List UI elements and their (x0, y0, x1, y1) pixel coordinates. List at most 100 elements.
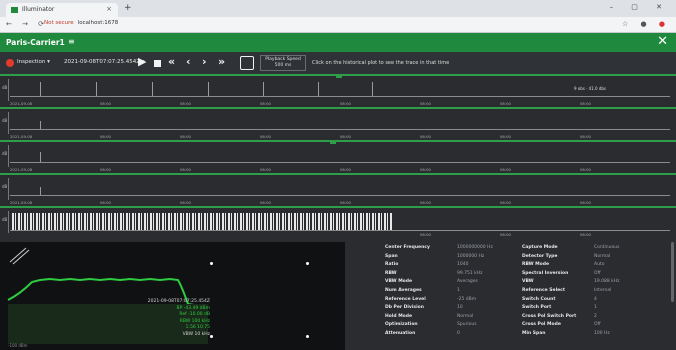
x-tick-label: 06:00 (580, 167, 591, 172)
y-axis (8, 79, 9, 101)
tab-close-icon[interactable]: × (106, 5, 112, 13)
x-tick-label: 06:00 (420, 101, 431, 106)
browser-actions[interactable]: ☆ ● ● (622, 20, 670, 28)
browser-tab[interactable]: Illuminator × (6, 3, 118, 17)
x-tick-label: 2021-09-08 (10, 167, 33, 172)
setting-key: Ratio (385, 262, 399, 268)
waterfall-point (210, 262, 213, 265)
x-tick-label: 06:00 (340, 200, 351, 205)
x-tick-label: 06:00 (500, 232, 511, 237)
spectrum-readout: 2021-09-08T07:07:25.454Z BP -43.49 dBm R… (146, 299, 210, 338)
x-tick-label: 06:00 (500, 101, 511, 106)
x-tick-label: 06:00 (420, 232, 431, 237)
x-tick-label: 06:00 (420, 167, 431, 172)
settings-row: Num Averages 1 Reference Select Internal (385, 287, 675, 296)
setting-value: 100 Hz (594, 331, 610, 336)
x-tick-label: 06:00 (180, 167, 191, 172)
setting-value: Normal (457, 313, 474, 319)
timestamp-selector[interactable]: 2021-09-08T07:07:25.454Z ▾ (64, 59, 145, 65)
y-axis (8, 145, 9, 167)
y-axis-label: dB (2, 118, 8, 123)
setting-value: -25 dBm (457, 296, 477, 302)
setting-key: Reference Level (385, 296, 426, 302)
x-tick-label: 06:00 (580, 200, 591, 205)
tab-title: Illuminator (22, 6, 55, 13)
step-forward-icon[interactable]: › (202, 55, 207, 68)
x-tick-label: 2021-09-08 (10, 134, 33, 139)
x-tick-label: 06:00 (420, 200, 431, 205)
setting-value: 1 (594, 305, 597, 311)
setting-value: Off (594, 270, 601, 276)
step-back-icon[interactable]: ‹ (186, 55, 191, 68)
playback-speed-box[interactable]: Playback Speed 500 ms (260, 55, 306, 71)
historical-traces[interactable]: dB 9 obs · 41.0 dbs 2021-09-08 06:00 06:… (0, 74, 676, 242)
x-tick-label: 06:00 (100, 134, 111, 139)
close-icon[interactable]: ✕ (657, 34, 668, 49)
playback-speed-value: 500 ms (274, 63, 292, 68)
waterfall-point (306, 262, 309, 265)
setting-key: Switch Port (522, 305, 552, 311)
app-header: Paris-Carrier1 ≡ ✕ (0, 33, 676, 52)
waterfall-point (210, 335, 213, 338)
trace-row[interactable]: dB 2021-09-08 06:00 06:00 06:00 06:00 06… (0, 140, 676, 173)
nav-buttons[interactable]: ← → ⟳ (6, 20, 48, 28)
setting-key: Reference Select (522, 288, 565, 293)
trace-row[interactable]: dB 2021-09-08 06:00 06:00 06:00 06:00 06… (0, 107, 676, 140)
setting-key: Cross Pol Mode (522, 322, 561, 328)
x-tick-label: 2021-09-08 (10, 101, 33, 106)
setting-key: RBW (385, 270, 397, 276)
setting-key: VBW (522, 279, 534, 285)
trace-baseline (10, 162, 670, 163)
setting-value: 1000000000 Hz (457, 245, 493, 250)
stop-icon[interactable] (154, 60, 161, 67)
setting-key: Attenuation (385, 331, 416, 336)
x-tick-label: 06:00 (340, 101, 351, 106)
mode-select[interactable]: Inspection ▾ (17, 59, 50, 65)
new-tab-button[interactable]: + (124, 3, 132, 13)
settings-row: Ratio 1040 RBW Mode Auto (385, 261, 675, 270)
setting-value: Continuous (594, 245, 620, 250)
browser-window: Illuminator × + – ▢ ✕ ← → ⟳ Not secure lo… (0, 0, 676, 350)
trace-spike (40, 152, 41, 162)
settings-row: Hold Mode Normal Cross Pol Switch Port 2 (385, 313, 675, 322)
window-controls[interactable]: – ▢ ✕ (610, 3, 670, 11)
trace-row[interactable]: dB 2021-09-08 06:00 06:00 06:00 06:00 06… (0, 173, 676, 206)
url-field[interactable]: Not secure localhost:1678 (44, 20, 118, 26)
trace-note: 9 obs · 41.0 dbs (573, 86, 606, 91)
settings-row: Optimization Spurious Cross Pol Mode Off (385, 321, 675, 330)
trace-spike (372, 82, 373, 96)
playback-toolbar: Inspection ▾ 2021-09-08T07:07:25.454Z ▾ … (0, 52, 676, 74)
waterfall-point (306, 335, 309, 338)
play-icon[interactable]: ▶ (138, 55, 146, 68)
trace-row[interactable]: dB 9 obs · 41.0 dbs 2021-09-08 06:00 06:… (0, 74, 676, 107)
x-tick-label: 06:00 (180, 200, 191, 205)
setting-value: 2 (594, 313, 597, 319)
setting-key: Switch Count (522, 296, 556, 302)
setting-key: Span (385, 253, 398, 259)
menu-icon[interactable]: ≡ (68, 37, 75, 46)
setting-value: 10 (457, 305, 463, 311)
y-axis-label: dB (2, 184, 8, 189)
setting-value: Internal (594, 288, 612, 293)
setting-key: Cross Pol Switch Port (522, 313, 577, 319)
trace-spike (96, 82, 97, 96)
y-axis (8, 211, 9, 233)
app-favicon-icon (11, 7, 18, 13)
page-title: Paris-Carrier1 (6, 38, 65, 47)
setting-value: 19.088 kHz (594, 279, 620, 285)
setting-value: Normal (594, 253, 611, 259)
trace-spike (40, 187, 41, 195)
settings-row: Db Per Division 10 Switch Port 1 (385, 304, 675, 313)
fast-forward-icon[interactable]: » (218, 55, 225, 68)
trace-row[interactable]: dB 06:00 06:00 06:00 (0, 206, 676, 242)
y-axis-label: dB (2, 217, 8, 222)
setting-key: Hold Mode (385, 313, 413, 319)
record-icon[interactable]: ● (659, 20, 670, 28)
tab-strip: Illuminator × + – ▢ ✕ (0, 0, 676, 17)
x-tick-label: 06:00 (260, 200, 271, 205)
dense-trace-bars (12, 213, 392, 230)
trace-baseline (10, 129, 670, 130)
spectrum-display[interactable]: 2021-09-08T07:07:25.454Z BP -43.49 dBm R… (0, 242, 345, 350)
calendar-icon[interactable] (240, 56, 254, 70)
rewind-icon[interactable]: « (168, 55, 175, 68)
